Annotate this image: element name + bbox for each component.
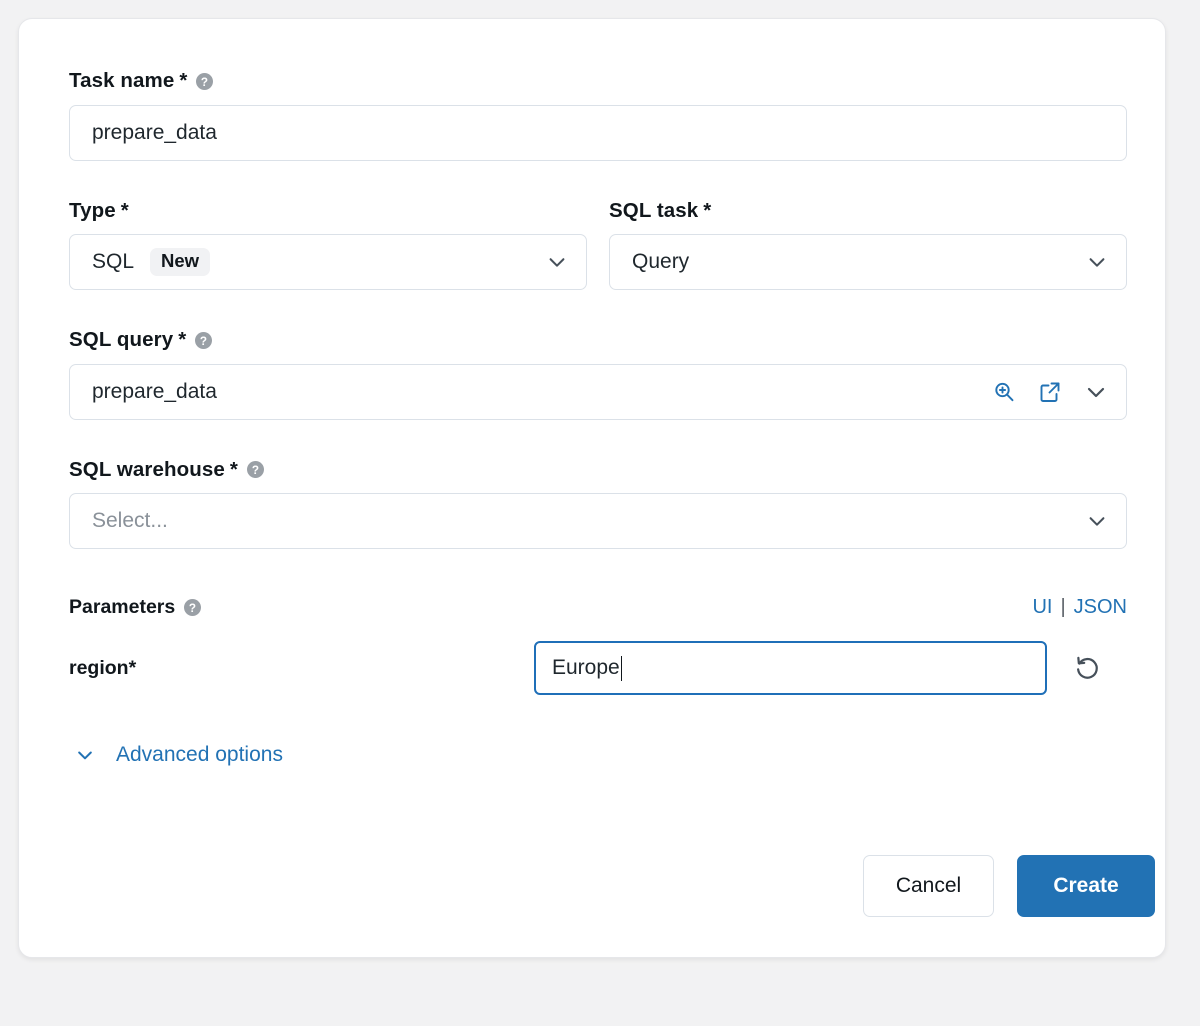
external-link-icon[interactable] [1038,380,1062,404]
task-name-input-value: prepare_data [92,121,1108,145]
parameters-label: Parameters ? [69,596,201,619]
create-task-dialog: Task name * ? prepare_data Type * SQL [18,18,1166,958]
reset-arrow-icon[interactable] [1073,654,1101,682]
help-circle-icon[interactable]: ? [247,461,264,478]
required-asterisk: * [129,657,137,679]
type-field-group: Type * SQL New [69,201,587,291]
parameter-name-text: region [69,657,129,679]
task-name-input[interactable]: prepare_data [69,105,1127,161]
advanced-options-toggle[interactable]: Advanced options [69,743,283,767]
chevron-down-icon[interactable] [1086,251,1108,273]
sql-query-select-value: prepare_data [92,380,992,404]
svg-text:?: ? [189,602,196,615]
type-new-badge: New [150,248,210,276]
text-cursor [621,656,623,681]
task-name-label: Task name * ? [69,71,1127,92]
required-asterisk: * [703,201,711,222]
sql-query-label-text: SQL query [69,330,173,351]
help-circle-icon[interactable]: ? [195,332,212,349]
sql-warehouse-select[interactable]: Select... [69,493,1127,549]
sql-task-select[interactable]: Query [609,234,1127,290]
required-asterisk: * [178,330,186,351]
sql-query-actions [992,380,1108,404]
zoom-in-icon[interactable] [992,380,1016,404]
help-circle-icon[interactable]: ? [196,73,213,90]
type-label-text: Type [69,201,116,222]
task-name-field-group: Task name * ? prepare_data [69,71,1127,161]
sql-query-select[interactable]: prepare_data [69,364,1127,420]
svg-text:?: ? [200,335,207,348]
svg-text:?: ? [252,464,259,477]
required-asterisk: * [121,201,129,222]
type-select[interactable]: SQL New [69,234,587,290]
parameters-header: Parameters ? UI | JSON [69,596,1127,619]
parameters-view-ui-link[interactable]: UI [1032,596,1052,619]
sql-warehouse-placeholder: Select... [92,509,1086,533]
sql-task-label-text: SQL task [609,201,698,222]
required-asterisk: * [230,460,238,481]
parameters-label-text: Parameters [69,596,175,619]
sql-task-field-group: SQL task * Query [609,201,1127,291]
parameters-view-json-link[interactable]: JSON [1074,596,1127,619]
type-and-sql-task-row: Type * SQL New SQL task * [69,201,1127,291]
type-label: Type * [69,201,587,222]
sql-query-label: SQL query * ? [69,330,1127,351]
parameter-row: region* Europe [69,641,1127,695]
dialog-body: Task name * ? prepare_data Type * SQL [69,71,1127,767]
dialog-footer: Cancel Create [863,855,1155,917]
parameter-value-input[interactable]: Europe [534,641,1047,695]
parameter-value-text: Europe [552,656,620,680]
sql-task-select-value: Query [632,250,1086,274]
advanced-options-label: Advanced options [116,743,283,767]
parameters-view-toggle: UI | JSON [1032,596,1127,619]
chevron-down-icon[interactable] [1084,380,1108,404]
type-select-value: SQL [92,250,134,274]
chevron-down-icon [75,745,95,765]
sql-warehouse-label: SQL warehouse * ? [69,460,1127,481]
task-name-label-text: Task name [69,71,174,92]
chevron-down-icon[interactable] [1086,510,1108,532]
cancel-button[interactable]: Cancel [863,855,994,917]
svg-text:?: ? [201,76,208,89]
chevron-down-icon[interactable] [546,251,568,273]
sql-query-field-group: SQL query * ? prepare_data [69,330,1127,420]
sql-task-label: SQL task * [609,201,1127,222]
toggle-separator: | [1060,596,1065,619]
sql-warehouse-field-group: SQL warehouse * ? Select... [69,460,1127,550]
required-asterisk: * [179,71,187,92]
create-button[interactable]: Create [1017,855,1155,917]
parameter-name-label: region* [69,657,534,680]
sql-warehouse-label-text: SQL warehouse [69,460,225,481]
help-circle-icon[interactable]: ? [184,599,201,616]
type-select-content: SQL New [92,248,546,276]
